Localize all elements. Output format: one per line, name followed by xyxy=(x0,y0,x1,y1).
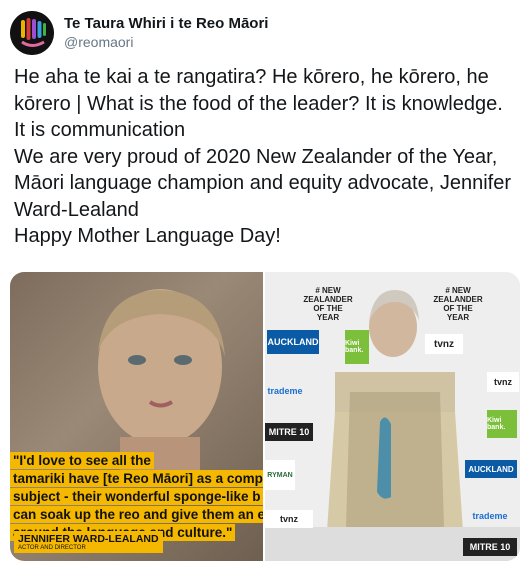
quote-line: tamariki have [te Reo Māori] as a comp xyxy=(10,470,263,487)
tweet-line-announcement: We are very proud of 2020 New Zealander … xyxy=(14,145,511,221)
display-name[interactable]: Te Taura Whiri i te Reo Māori xyxy=(64,15,268,34)
attribution: JENNIFER WARD-LEALAND ACTOR AND DIRECTOR xyxy=(14,531,163,553)
avatar[interactable] xyxy=(10,11,54,55)
kiwibank-logo: Kiwi bank. xyxy=(345,330,369,364)
portrait-image[interactable]: "I'd love to see all the tamariki have [… xyxy=(10,272,263,561)
nz-of-year-logo: # NEW ZEALANDER OF THE YEAR xyxy=(303,286,353,322)
tvnz-logo: tvnz xyxy=(487,372,519,392)
tweet-line-greeting: Happy Mother Language Day! xyxy=(14,225,281,247)
tweet-line-proverb: He aha te kai a te rangatira? He kōrero,… xyxy=(14,66,503,141)
tvnz-logo: tvnz xyxy=(425,334,463,354)
kiwibank-logo: Kiwi bank. xyxy=(487,410,517,438)
quote-block: "I'd love to see all the tamariki have [… xyxy=(10,452,263,542)
attribution-role: ACTOR AND DIRECTOR xyxy=(18,545,86,551)
award-photo[interactable]: # NEW ZEALANDER OF THE YEAR # NEW ZEALAN… xyxy=(265,272,520,561)
mitre10-logo: MITRE 10 xyxy=(463,538,517,556)
tweet-header: Te Taura Whiri i te Reo Māori @reomaori xyxy=(10,8,268,58)
tweet-text: He aha te kai a te rangatira? He kōrero,… xyxy=(14,64,519,250)
tvnz-logo: tvnz xyxy=(265,510,313,528)
mitre10-logo: MITRE 10 xyxy=(265,423,313,441)
reomaori-logo-icon xyxy=(10,11,54,55)
quote-line: subject - their wonderful sponge-like b xyxy=(10,488,263,505)
trademe-logo: trademe xyxy=(267,386,303,396)
nz-of-year-logo: # NEW ZEALANDER OF THE YEAR xyxy=(433,286,483,322)
auckland-logo: AUCKLAND xyxy=(465,460,517,478)
tweet-media: "I'd love to see all the tamariki have [… xyxy=(10,272,520,561)
attribution-name: JENNIFER WARD-LEALAND xyxy=(18,533,159,545)
quote-line: can soak up the reo and give them an e xyxy=(10,506,263,523)
account-handle[interactable]: @reomaori xyxy=(64,34,268,52)
quote-line: "I'd love to see all the xyxy=(10,452,154,469)
trademe-logo: trademe xyxy=(472,511,508,521)
ryman-logo: RYMAN xyxy=(265,460,295,490)
auckland-logo: AUCKLAND xyxy=(267,330,319,354)
